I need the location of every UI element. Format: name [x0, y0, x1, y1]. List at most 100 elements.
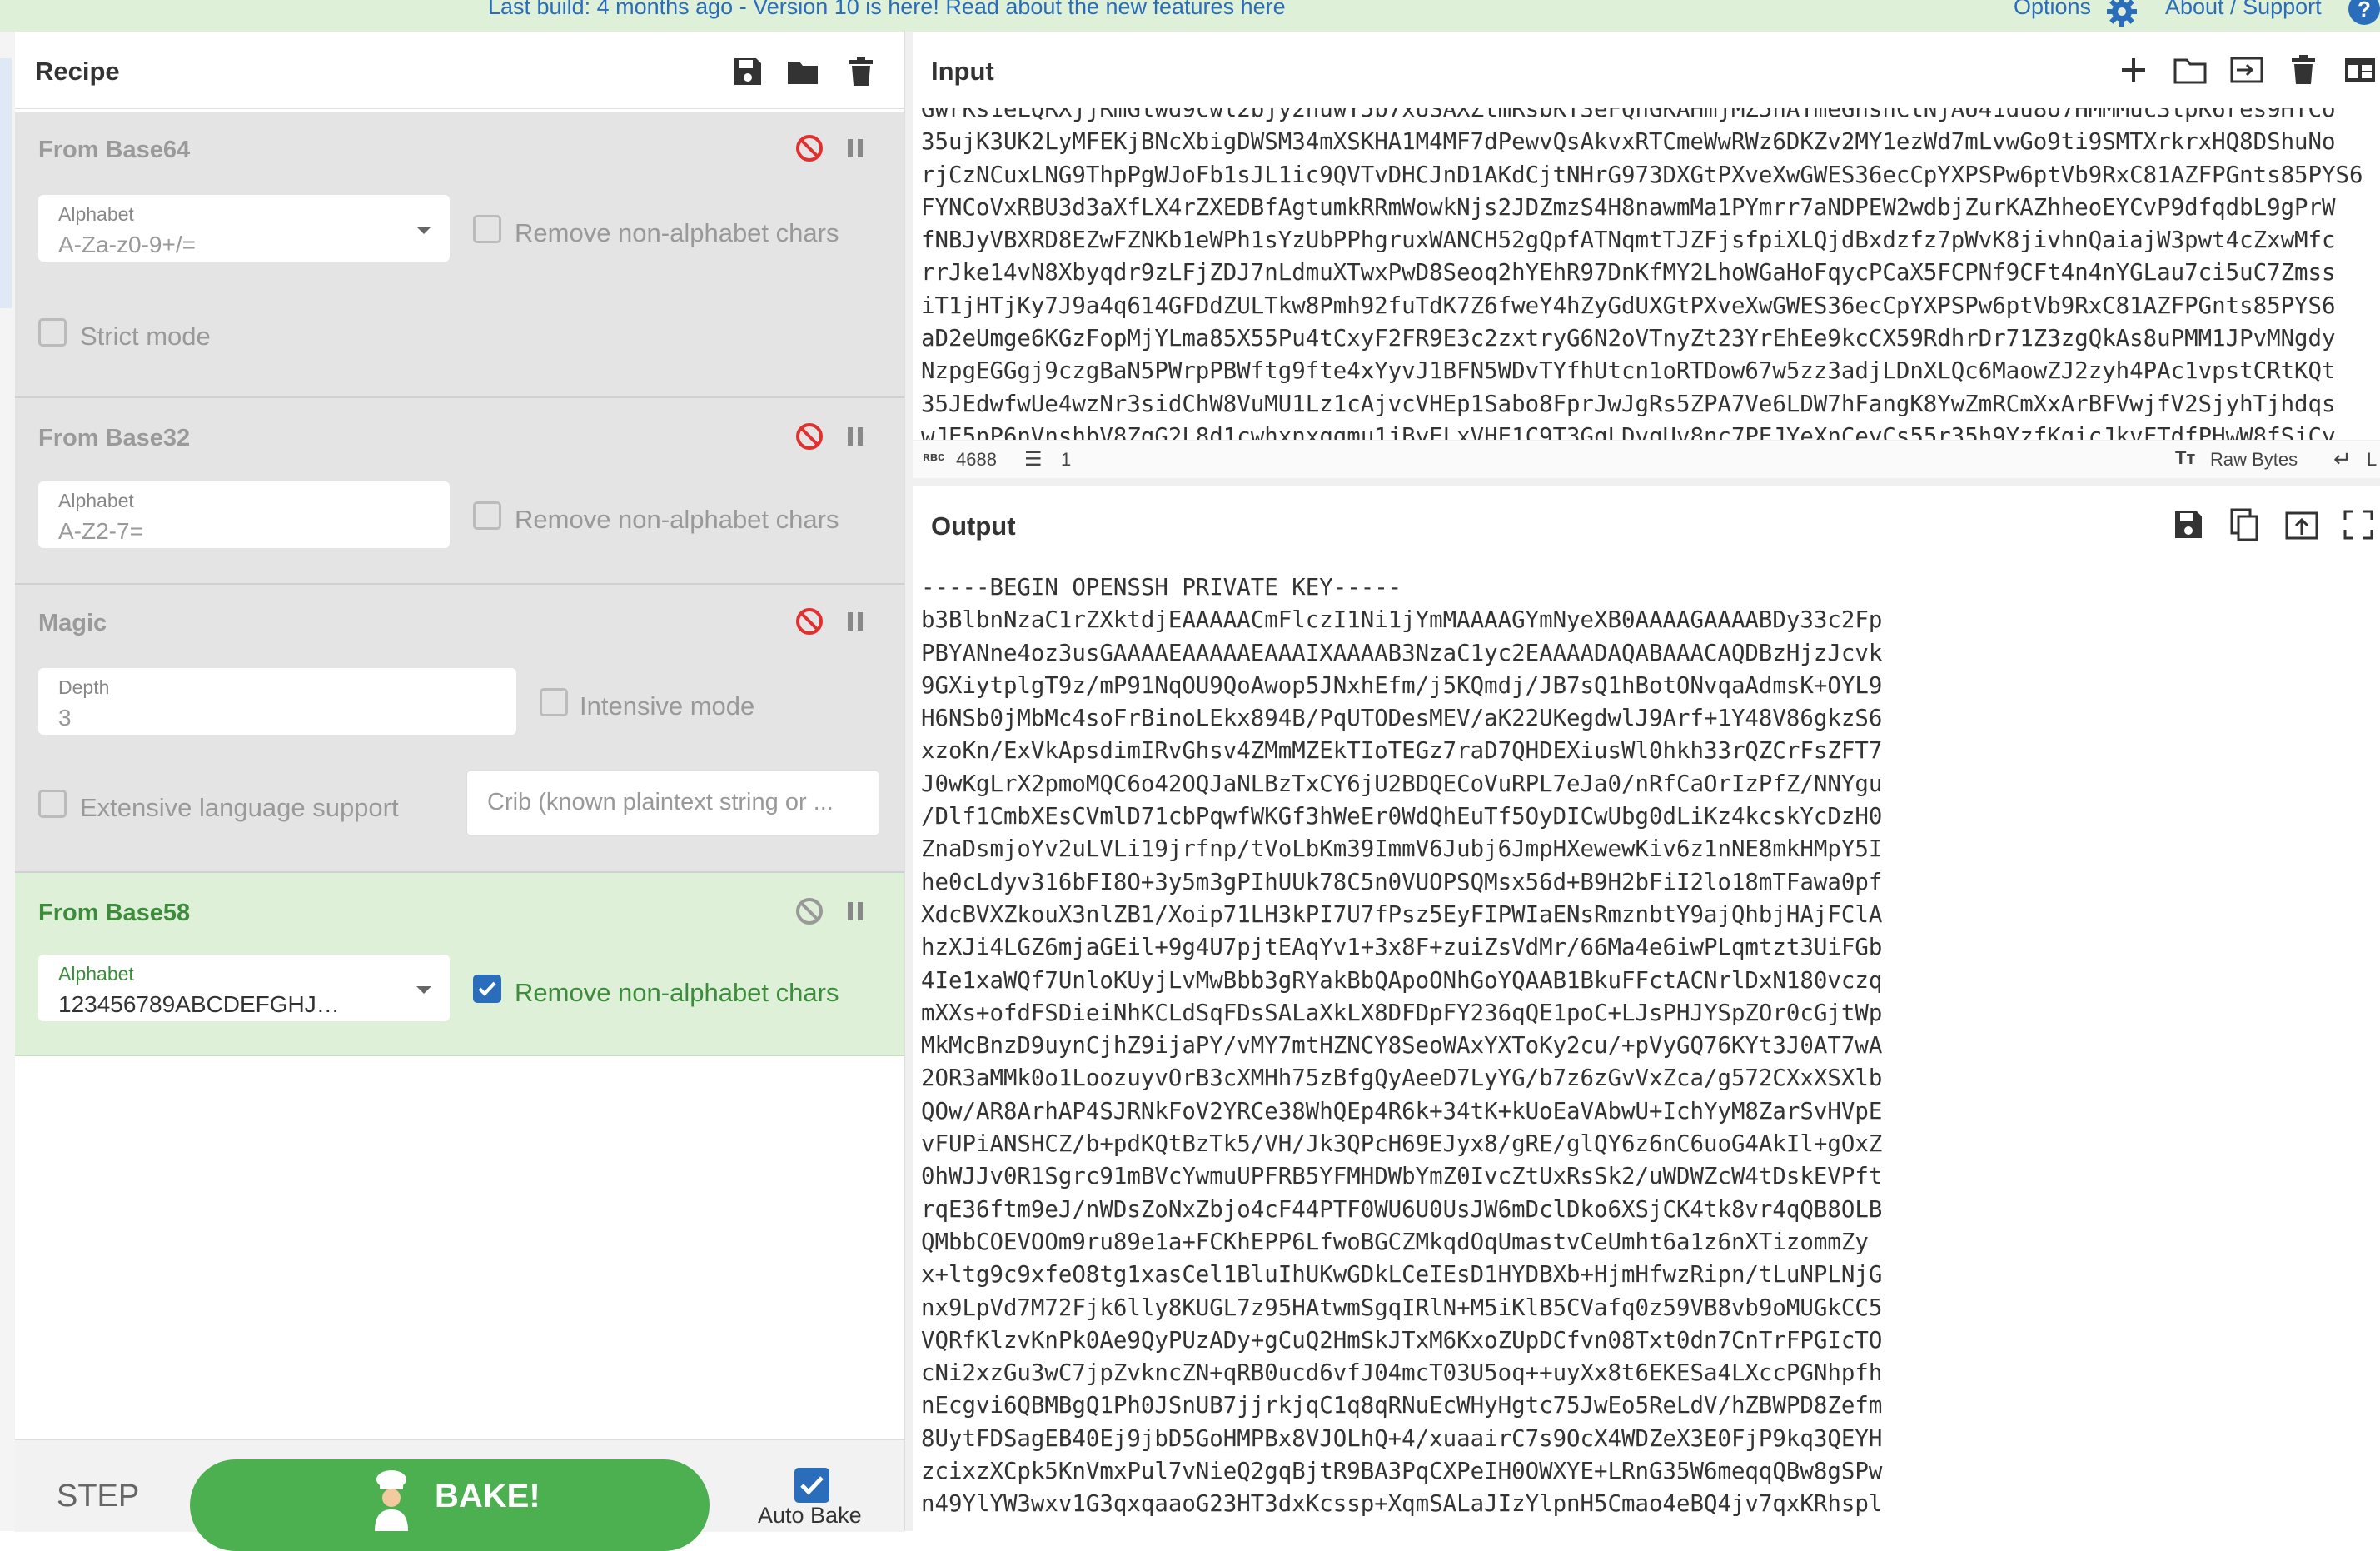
extensive-language-checkbox[interactable]	[38, 790, 67, 818]
crib-input[interactable]: Crib (known plaintext string or ...	[466, 770, 879, 836]
eol-selector[interactable]: L	[2367, 449, 2377, 471]
output-line: n49YlYW3wxv1G3qxqaaoG23HT3dxKcssp+XqmSAL…	[921, 1491, 1883, 1518]
input-line: iT1jHTjKy7J9a4q614GFDdZULTkw8Pmh92fuTdK7…	[921, 292, 2336, 319]
input-header: Input	[913, 32, 2380, 109]
remove-non-alphabet-checkbox[interactable]	[473, 215, 501, 243]
auto-bake-checkbox[interactable]	[794, 1468, 829, 1503]
output-line: cNi2xzGu3wC7jpZvkncZN+qRB0ucd6vfJ04mcT03…	[921, 1360, 1883, 1387]
checkbox-label: Remove non-alphabet chars	[515, 978, 839, 1007]
alphabet-select[interactable]: Alphabet 123456789ABCDEFGHJ…	[38, 955, 450, 1021]
input-line: 35JEdwfwUe4wzNr3sidChW8VuMU1Lz1cAjvcVHEp…	[921, 391, 2336, 417]
output-line: 9GXiytplgT9z/mP91NqOU9QoAwop5JNxhEfm/j5K…	[921, 672, 1883, 699]
output-header: Output	[913, 486, 2380, 564]
output-line: MkMcBnzD9uynCjhZ9ijaPY/vMY7mtHZNCY8SeoWA…	[921, 1033, 1883, 1060]
checkbox-label: Extensive language support	[80, 793, 399, 822]
remove-non-alphabet-checkbox[interactable]	[473, 975, 501, 1003]
output-line: XdcBVXZkouX3nlZB1/Xoip71LH3kPI7U7fPsz5Ey…	[921, 901, 1883, 928]
encoding-selector[interactable]: Raw Bytes	[2210, 449, 2298, 471]
options-link[interactable]: Options	[2014, 0, 2091, 20]
output-line: rqE36ftm9eJ/nWDsZoNxZbjo4cF44PTF0WU6U0Us…	[921, 1196, 1883, 1223]
about-support-link[interactable]: About / Support	[2165, 0, 2322, 20]
field-label: Alphabet	[58, 203, 134, 225]
save-output-icon[interactable]	[2170, 506, 2207, 543]
output-line: mXXs+ofdFSDieiNhKCLdSqFDsSALaXkLX8DFDpFY…	[921, 1000, 1883, 1026]
disable-operation-icon[interactable]	[794, 133, 824, 163]
output-line: /Dlf1CmbXEsCVmlD71cbPqwfWKGf3hWeEr0WdQhE…	[921, 804, 1883, 830]
input-line: rrJke14vN8Xbyqdr9zLFjZDJ7nLdmuXTwxPwD8Se…	[921, 260, 2336, 287]
open-file-icon[interactable]	[2228, 52, 2265, 88]
crib-placeholder: Crib (known plaintext string or ...	[487, 789, 834, 815]
input-textarea[interactable]: GwrKs1eLQRXjjRmGtwd9cwl2bjy2nuwY5b7xUSAX…	[913, 108, 2380, 440]
maximize-icon[interactable]	[2340, 506, 2377, 543]
output-line: QOw/AR8ArhAP4SJRNkFoV2YRCe38WhQEp4R6k+34…	[921, 1098, 1883, 1125]
alphabet-input[interactable]: Alphabet A-Z2-7=	[38, 481, 450, 548]
replace-input-icon[interactable]	[2283, 506, 2320, 543]
sidebar-selection-indicator	[0, 58, 12, 308]
checkbox-label: Intensive mode	[580, 691, 755, 721]
operation-from-base32: From Base32 Alphabet A-Z2-7= Remove non-…	[15, 398, 904, 585]
operation-magic: Magic Depth 3 Intensive mode Extensive l…	[15, 585, 904, 873]
output-line: 0hWJJv0R1Sgrc91mBVcYwmuUPFRB5YFMHDWbYmZ0…	[921, 1164, 1883, 1190]
checkbox-label: Remove non-alphabet chars	[515, 218, 839, 247]
input-status-bar: ʀʙᴄ 4688 ☰ 1 Tт Raw Bytes ↵ L	[913, 440, 2380, 480]
save-recipe-icon[interactable]	[729, 53, 766, 90]
bake-label: BAKE!	[435, 1478, 540, 1514]
output-line: vFUPiANSHCZ/b+pdKQtBzTk5/VH/Jk3QPcH69EJy…	[921, 1131, 1883, 1158]
layout-icon[interactable]	[2342, 52, 2378, 88]
output-line: zcixzXCpk5KnVmxPul7vNieQ2gqBjtR9BA3PqCXP…	[921, 1459, 1883, 1485]
field-value: 3	[58, 705, 72, 731]
operation-title: Magic	[38, 610, 107, 636]
output-textarea[interactable]: -----BEGIN OPENSSH PRIVATE KEY----- b3Blb…	[913, 563, 2380, 1531]
disable-operation-icon[interactable]	[794, 421, 824, 451]
pause-icon[interactable]	[843, 424, 868, 449]
recipe-header: Recipe	[15, 32, 904, 109]
output-line: he0cLdyv316bFI8O+3y5m3gPIhUUk78C5n0VUOPS…	[921, 869, 1883, 895]
output-line: ZnaDsmjoYv2uLVLi19jrfnp/tVoLbKm39ImmV6Ju…	[921, 836, 1883, 863]
input-line: GwrKs1eLQRXjjRmGtwd9cwl2bjy2nuwY5b7xUSAX…	[921, 108, 2336, 122]
line-count: 1	[1061, 449, 1072, 470]
disable-operation-icon[interactable]	[794, 606, 824, 636]
output-line: xzoKn/ExVkApsdimIRvGhsv4ZMmMZEkTIoTEGz7r…	[921, 738, 1883, 765]
input-line: wJE5nP6nVnshbV8ZgG2L8d1cwhxnxqgmu1jByELx…	[921, 423, 2336, 440]
load-recipe-icon[interactable]	[784, 53, 821, 90]
io-resize-handle[interactable]	[913, 478, 2380, 486]
add-tab-icon[interactable]	[2115, 52, 2152, 88]
strict-mode-checkbox[interactable]	[38, 318, 67, 347]
field-label: Depth	[58, 676, 110, 698]
output-line: H6NSb0jMbMc4soFrBinoLEkx894B/PqUTODesMEV…	[921, 706, 1883, 732]
clear-input-icon[interactable]	[2285, 52, 2322, 88]
open-folder-icon[interactable]	[2172, 52, 2208, 88]
output-line: hzXJi4LGZ6mjaGEil+9g4U7pjtEAqYv1+3x8F+zu…	[921, 935, 1883, 961]
field-label: Alphabet	[58, 963, 134, 985]
output-line: 2OR3aMMk0o1LoozuyvOrB3cXMHh75zBfgQyAeeD7…	[921, 1065, 1883, 1092]
pause-icon[interactable]	[843, 899, 868, 924]
input-title: Input	[931, 57, 994, 86]
depth-input[interactable]: Depth 3	[38, 668, 516, 735]
field-value: A-Za-z0-9+/=	[58, 232, 196, 257]
alphabet-select[interactable]: Alphabet A-Za-z0-9+/=	[38, 195, 450, 262]
chevron-down-icon	[416, 986, 431, 994]
banner-message[interactable]: Last build: 4 months ago - Version 10 is…	[488, 0, 1286, 20]
text-size-icon: Tт	[2175, 447, 2196, 468]
remove-non-alphabet-checkbox[interactable]	[473, 501, 501, 530]
intensive-mode-checkbox[interactable]	[540, 688, 568, 716]
output-line: nx9LpVd7M72Fjk6lly8KUGL7z95HAtwmSgqIRlN+…	[921, 1294, 1883, 1321]
disable-operation-icon[interactable]	[794, 896, 824, 926]
output-line: nEcgvi6QBMBgQ1Ph0JSnUB7jjrkjqC1q8qRNuEcW…	[921, 1393, 1883, 1419]
operation-from-base64: From Base64 Alphabet A-Za-z0-9+/= Remove…	[15, 112, 904, 398]
output-line: VQRfKlzvKnPk0Ae9QyPUzADy+gCuQ2HmSkJTxM6K…	[921, 1327, 1883, 1354]
output-line: PBYANne4oz3usGAAAAEAAAAAEAAAIXAAAAB3NzaC…	[921, 640, 1883, 666]
pause-icon[interactable]	[843, 609, 868, 634]
clear-recipe-icon[interactable]	[843, 53, 879, 90]
copy-icon[interactable]	[2227, 506, 2263, 543]
gear-icon[interactable]	[2105, 0, 2139, 28]
output-title: Output	[931, 511, 1016, 541]
operation-from-base58: From Base58 Alphabet 123456789ABCDEFGHJ……	[15, 873, 904, 1056]
input-line: fNBJyVBXRD8EZwFZNKb1eWPh1sYzUbPPhgruxWAN…	[921, 227, 2336, 254]
pause-icon[interactable]	[843, 136, 868, 161]
step-button[interactable]: STEP	[57, 1479, 139, 1514]
output-line: QMbbCOEVOOm9ru89e1a+FCKhEPP6LfwoBGCZMkqd…	[921, 1229, 1869, 1255]
output-line: 8UytFDSagEB40Ej9jbD5GoHMPBx8VJOLhQ+4/xua…	[921, 1425, 1883, 1452]
auto-bake-label: Auto Bake	[758, 1503, 862, 1528]
recipe-title: Recipe	[35, 57, 120, 86]
